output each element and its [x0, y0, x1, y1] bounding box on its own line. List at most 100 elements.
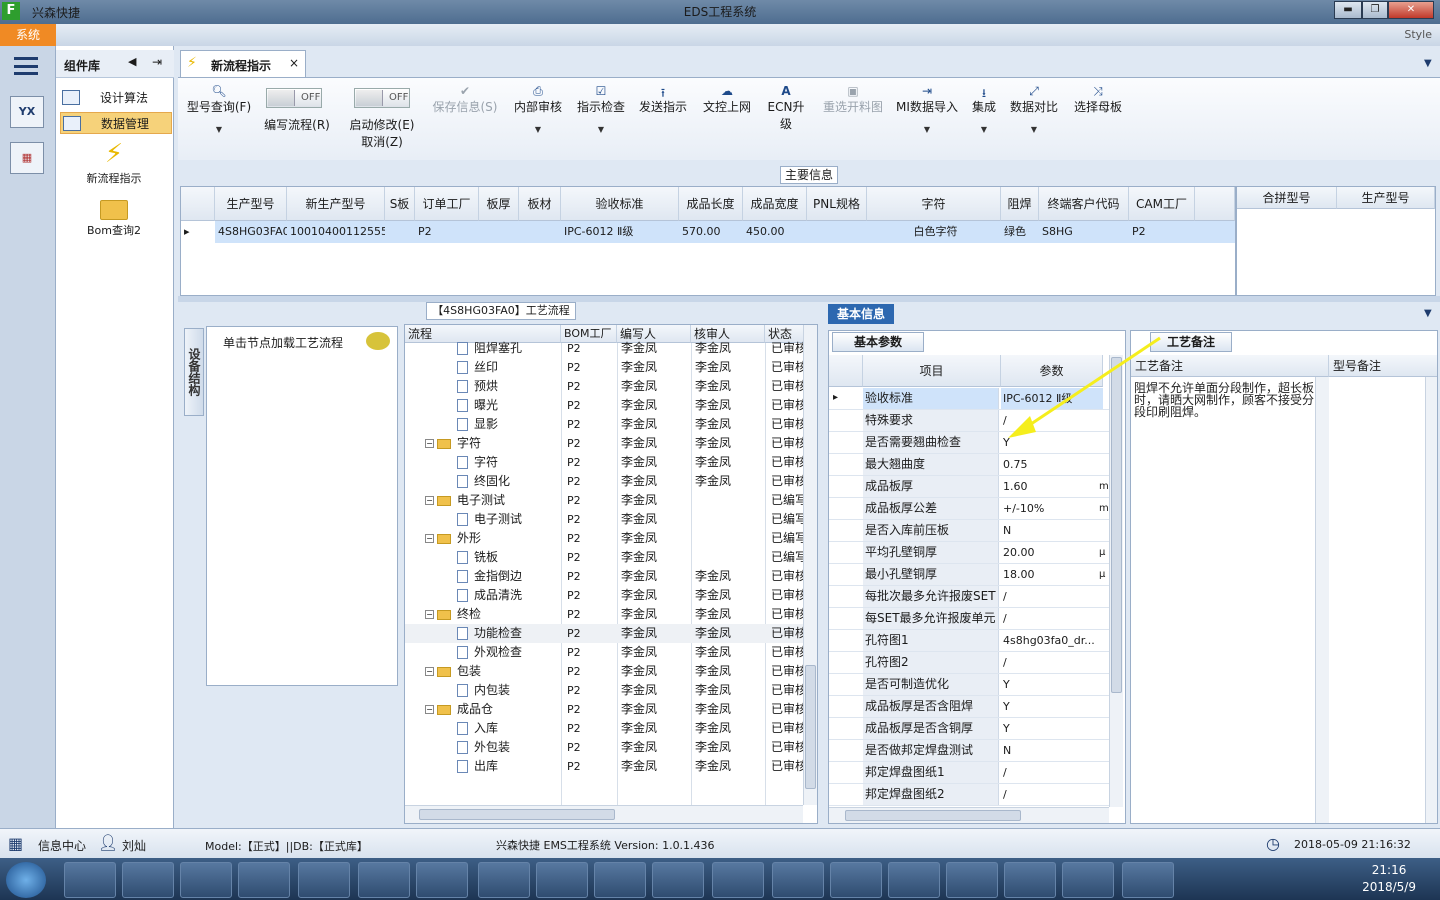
param-value[interactable]: 4s8hg03fa0_dr... — [1001, 630, 1103, 651]
flow-tree-row[interactable]: 内包装 P2 李金凤 李金凤 已审核 — [405, 681, 805, 700]
excel-icon[interactable] — [416, 862, 468, 898]
collapse-toggle-icon[interactable]: − — [425, 705, 434, 714]
cell[interactable] — [807, 221, 867, 243]
column-header[interactable]: 验收标准 — [561, 187, 679, 221]
calendar-module-icon[interactable]: ▦ — [10, 142, 44, 174]
flow-node-name[interactable]: 终固化 — [457, 472, 561, 491]
send-indication-button[interactable]: ⭱ 发送指示 — [636, 84, 690, 115]
taskbar-clock[interactable]: 21:16 2018/5/9 — [1362, 862, 1416, 896]
flow-node-name[interactable]: 成品清洗 — [457, 586, 561, 605]
param-row[interactable]: 邦定焊盘图纸2/ — [829, 784, 1109, 806]
flow-node-name[interactable]: − 包装 — [425, 662, 561, 681]
column-header[interactable]: 板厚 — [479, 187, 519, 221]
collapse-toggle-icon[interactable]: − — [425, 534, 434, 543]
tab-dropdown-icon[interactable]: ▼ — [1424, 58, 1432, 69]
system-menu[interactable]: 系统 — [0, 24, 56, 46]
param-value[interactable]: / — [1001, 586, 1103, 607]
param-row[interactable]: 平均孔壁铜厚 20.00 μ — [829, 542, 1109, 564]
flow-tree-row[interactable]: 阻焊塞孔 P2 李金凤 李金凤 已审核 — [405, 339, 805, 358]
param-row[interactable]: 成品板厚是否含铜厚 Y — [829, 718, 1109, 740]
dropdown-caret-icon[interactable]: ▼ — [968, 125, 1000, 134]
cell[interactable]: 4S8HG03FA0 — [215, 221, 287, 243]
param-row[interactable]: 成品板厚是否含阻焊 Y — [829, 696, 1109, 718]
dropdown-caret-icon[interactable]: ▼ — [1008, 125, 1060, 134]
library-item-bom-query[interactable]: Bom查询2 — [60, 196, 168, 238]
excel-window-icon[interactable] — [1062, 862, 1114, 898]
flow-node-name[interactable]: 外包装 — [457, 738, 561, 757]
flow-tree-row[interactable]: 成品清洗 P2 李金凤 李金凤 已审核 — [405, 586, 805, 605]
row-selector-icon[interactable]: ▸ — [181, 221, 215, 243]
param-value[interactable]: Y — [1001, 674, 1103, 695]
param-row[interactable]: 是否可制造优化 Y — [829, 674, 1109, 696]
flow-tree-row[interactable]: 终固化 P2 李金凤 李金凤 已审核 — [405, 472, 805, 491]
column-header[interactable]: 订单工厂 — [415, 187, 479, 221]
flow-tree-row[interactable]: −包装 P2 李金凤 李金凤 已审核 — [405, 662, 805, 681]
flow-tree-row[interactable]: −终检 P2 李金凤 李金凤 已审核 — [405, 605, 805, 624]
flow-node-name[interactable]: 铣板 — [457, 548, 561, 567]
flow-node-name[interactable]: 预烘 — [457, 377, 561, 396]
collapse-toggle-icon[interactable]: − — [425, 496, 434, 505]
param-row[interactable]: 最小孔壁铜厚 18.00 μ — [829, 564, 1109, 586]
minimize-button[interactable]: ▬ — [1334, 1, 1362, 19]
flow-tree-row[interactable]: 功能检查 P2 李金凤 李金凤 已审核 — [405, 624, 805, 643]
dropdown-caret-icon[interactable]: ▼ — [894, 125, 960, 134]
param-value[interactable]: / — [1001, 762, 1103, 783]
flow-node-name[interactable]: 功能检查 — [457, 624, 561, 643]
indication-check-button[interactable]: ☑ 指示检查 ▼ — [574, 84, 628, 134]
write-flow-toggle[interactable]: OFF — [266, 88, 322, 108]
cell[interactable]: 白色字符 — [867, 221, 1001, 243]
hamburger-menu-icon[interactable] — [14, 57, 38, 75]
app-g-icon[interactable] — [64, 862, 116, 898]
flow-horizontal-scrollbar[interactable] — [405, 805, 803, 823]
integrate-button[interactable]: ⭳ 集成 ▼ — [968, 84, 1000, 134]
column-header[interactable]: 型号备注 — [1329, 355, 1437, 377]
flow-tree-row[interactable]: 曝光 P2 李金凤 李金凤 已审核 — [405, 396, 805, 415]
flow-node-name[interactable]: 曝光 — [457, 396, 561, 415]
window-icon[interactable] — [536, 862, 588, 898]
cell[interactable]: S8HG — [1039, 221, 1129, 243]
flow-tree-row[interactable]: 显影 P2 李金凤 李金凤 已审核 — [405, 415, 805, 434]
flow-node-name[interactable]: − 电子测试 — [425, 491, 561, 510]
excel-icon[interactable] — [358, 862, 410, 898]
flow-tree-row[interactable]: 丝印 P2 李金凤 李金凤 已审核 — [405, 358, 805, 377]
flow-node-name[interactable]: 电子测试 — [457, 510, 561, 529]
cell[interactable] — [519, 221, 561, 243]
params-horizontal-scrollbar[interactable] — [829, 807, 1109, 823]
model-notes-scrollbar[interactable] — [1425, 377, 1437, 823]
collapse-toggle-icon[interactable]: − — [425, 610, 434, 619]
excel-window-icon[interactable] — [888, 862, 940, 898]
column-header[interactable]: 合拼型号 — [1237, 187, 1337, 209]
flow-node-name[interactable]: 金指倒边 — [457, 567, 561, 586]
param-value[interactable]: +/-10% — [1001, 498, 1103, 519]
column-header[interactable]: 新生产型号 — [287, 187, 385, 221]
cell[interactable]: IPC-6012 Ⅱ级 — [561, 221, 679, 243]
maximize-button[interactable]: ❐ — [1362, 1, 1388, 19]
column-header[interactable]: 字符 — [867, 187, 1001, 221]
param-value[interactable]: / — [1001, 652, 1103, 673]
param-row[interactable]: 每SET最多允许报废单元 / — [829, 608, 1109, 630]
column-header[interactable]: 阻焊 — [1001, 187, 1039, 221]
flow-tree-row[interactable]: 字符 P2 李金凤 李金凤 已审核 — [405, 453, 805, 472]
excel-window-icon[interactable] — [946, 862, 998, 898]
info-center-label[interactable]: 信息中心 — [38, 837, 86, 854]
column-header[interactable]: 项目 — [863, 355, 1001, 387]
column-header[interactable]: 生产型号 — [215, 187, 287, 221]
param-value[interactable]: / — [1001, 608, 1103, 629]
column-header[interactable]: 生产型号 — [1337, 187, 1435, 209]
param-value[interactable]: 18.00 — [1001, 564, 1103, 585]
flow-vertical-scrollbar[interactable] — [803, 325, 817, 805]
column-header[interactable]: 成品长度 — [679, 187, 743, 221]
column-header[interactable]: 成品宽度 — [743, 187, 807, 221]
collapse-toggle-icon[interactable]: − — [425, 667, 434, 676]
library-item-new-flow[interactable]: ⚡ 新流程指示 — [60, 138, 168, 186]
excel-window-icon[interactable] — [772, 862, 824, 898]
flow-node-name[interactable]: 字符 — [457, 453, 561, 472]
param-value[interactable]: N — [1001, 740, 1103, 761]
style-menu[interactable]: Style — [1404, 28, 1432, 41]
library-item-data-management[interactable]: 数据管理 — [60, 112, 172, 134]
flow-node-name[interactable]: 阻焊塞孔 — [457, 339, 561, 358]
column-header[interactable]: CAM工厂 — [1129, 187, 1195, 221]
flow-tree-row[interactable]: −字符 P2 李金凤 李金凤 已审核 — [405, 434, 805, 453]
collapse-toggle-icon[interactable]: − — [425, 439, 434, 448]
param-value[interactable]: / — [1001, 784, 1103, 805]
